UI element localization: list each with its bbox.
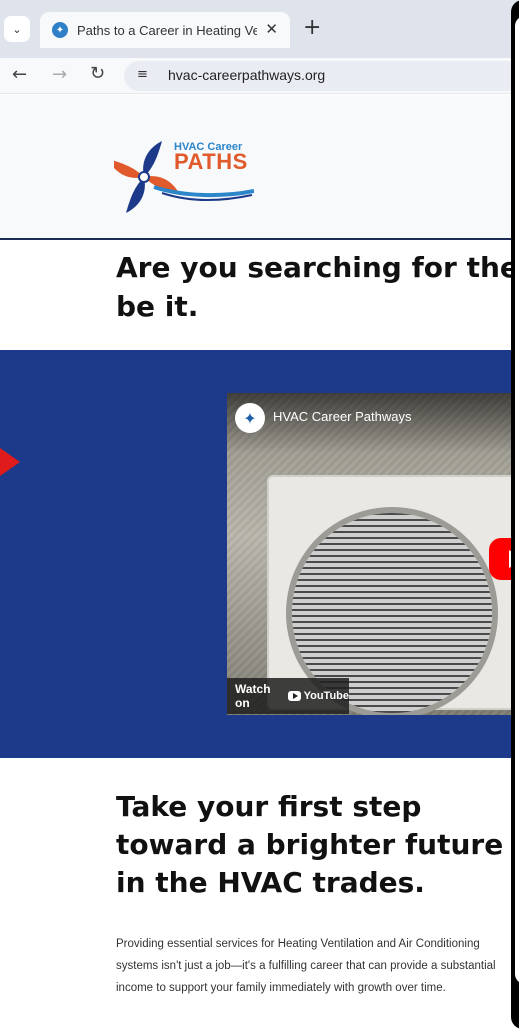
logo-wordmark: PATHS [174, 149, 248, 174]
url-text[interactable]: hvac-careerpathways.org [168, 67, 325, 83]
site-logo[interactable]: HVAC Career PATHS [114, 135, 264, 215]
side-panel-content [515, 16, 519, 984]
section-heading: Take your first step toward a brighter f… [116, 790, 504, 899]
address-bar[interactable]: ≡ hvac-careerpathways.org [124, 61, 519, 91]
browser-toolbar: ← → ↻ ≡ hvac-careerpathways.org [0, 58, 519, 94]
section-body: Providing essential services for Heating… [116, 938, 496, 994]
video-title[interactable]: HVAC Career Pathways [273, 409, 411, 424]
reload-icon[interactable]: ↻ [90, 63, 105, 84]
site-settings-icon[interactable]: ≡ [137, 67, 148, 82]
plus-icon[interactable]: + [303, 16, 321, 40]
site-header: HVAC Career PATHS [0, 95, 519, 240]
tab-menu-icon[interactable]: ⌄ [4, 16, 30, 42]
channel-avatar[interactable]: ✦ [235, 403, 265, 433]
watch-on-youtube-button[interactable]: Watch on YouTube [227, 678, 349, 714]
tab-title: Paths to a Career in Heating Ve [77, 22, 257, 38]
hero-heading: Are you searching for the r be it. [116, 248, 519, 326]
red-arrow-marker [0, 448, 20, 476]
browser-tab[interactable]: ✦ Paths to a Career in Heating Ve ✕ [40, 12, 290, 48]
watch-on-label: Watch on [235, 682, 271, 710]
site-favicon-icon: ✦ [52, 22, 68, 38]
youtube-embed[interactable]: ✦ HVAC Career Pathways Watch on YouTube [227, 393, 519, 715]
close-icon[interactable]: ✕ [265, 20, 278, 38]
youtube-wordmark: YouTube [303, 690, 349, 702]
tab-strip: ⌄ ✦ Paths to a Career in Heating Ve ✕ + [0, 0, 519, 58]
youtube-icon [288, 691, 301, 701]
back-arrow-icon[interactable]: ← [12, 64, 27, 85]
hero-heading-line: be it. [116, 290, 199, 323]
forward-arrow-icon[interactable]: → [52, 64, 67, 85]
hero-heading-line: Are you searching for the r [116, 251, 519, 284]
